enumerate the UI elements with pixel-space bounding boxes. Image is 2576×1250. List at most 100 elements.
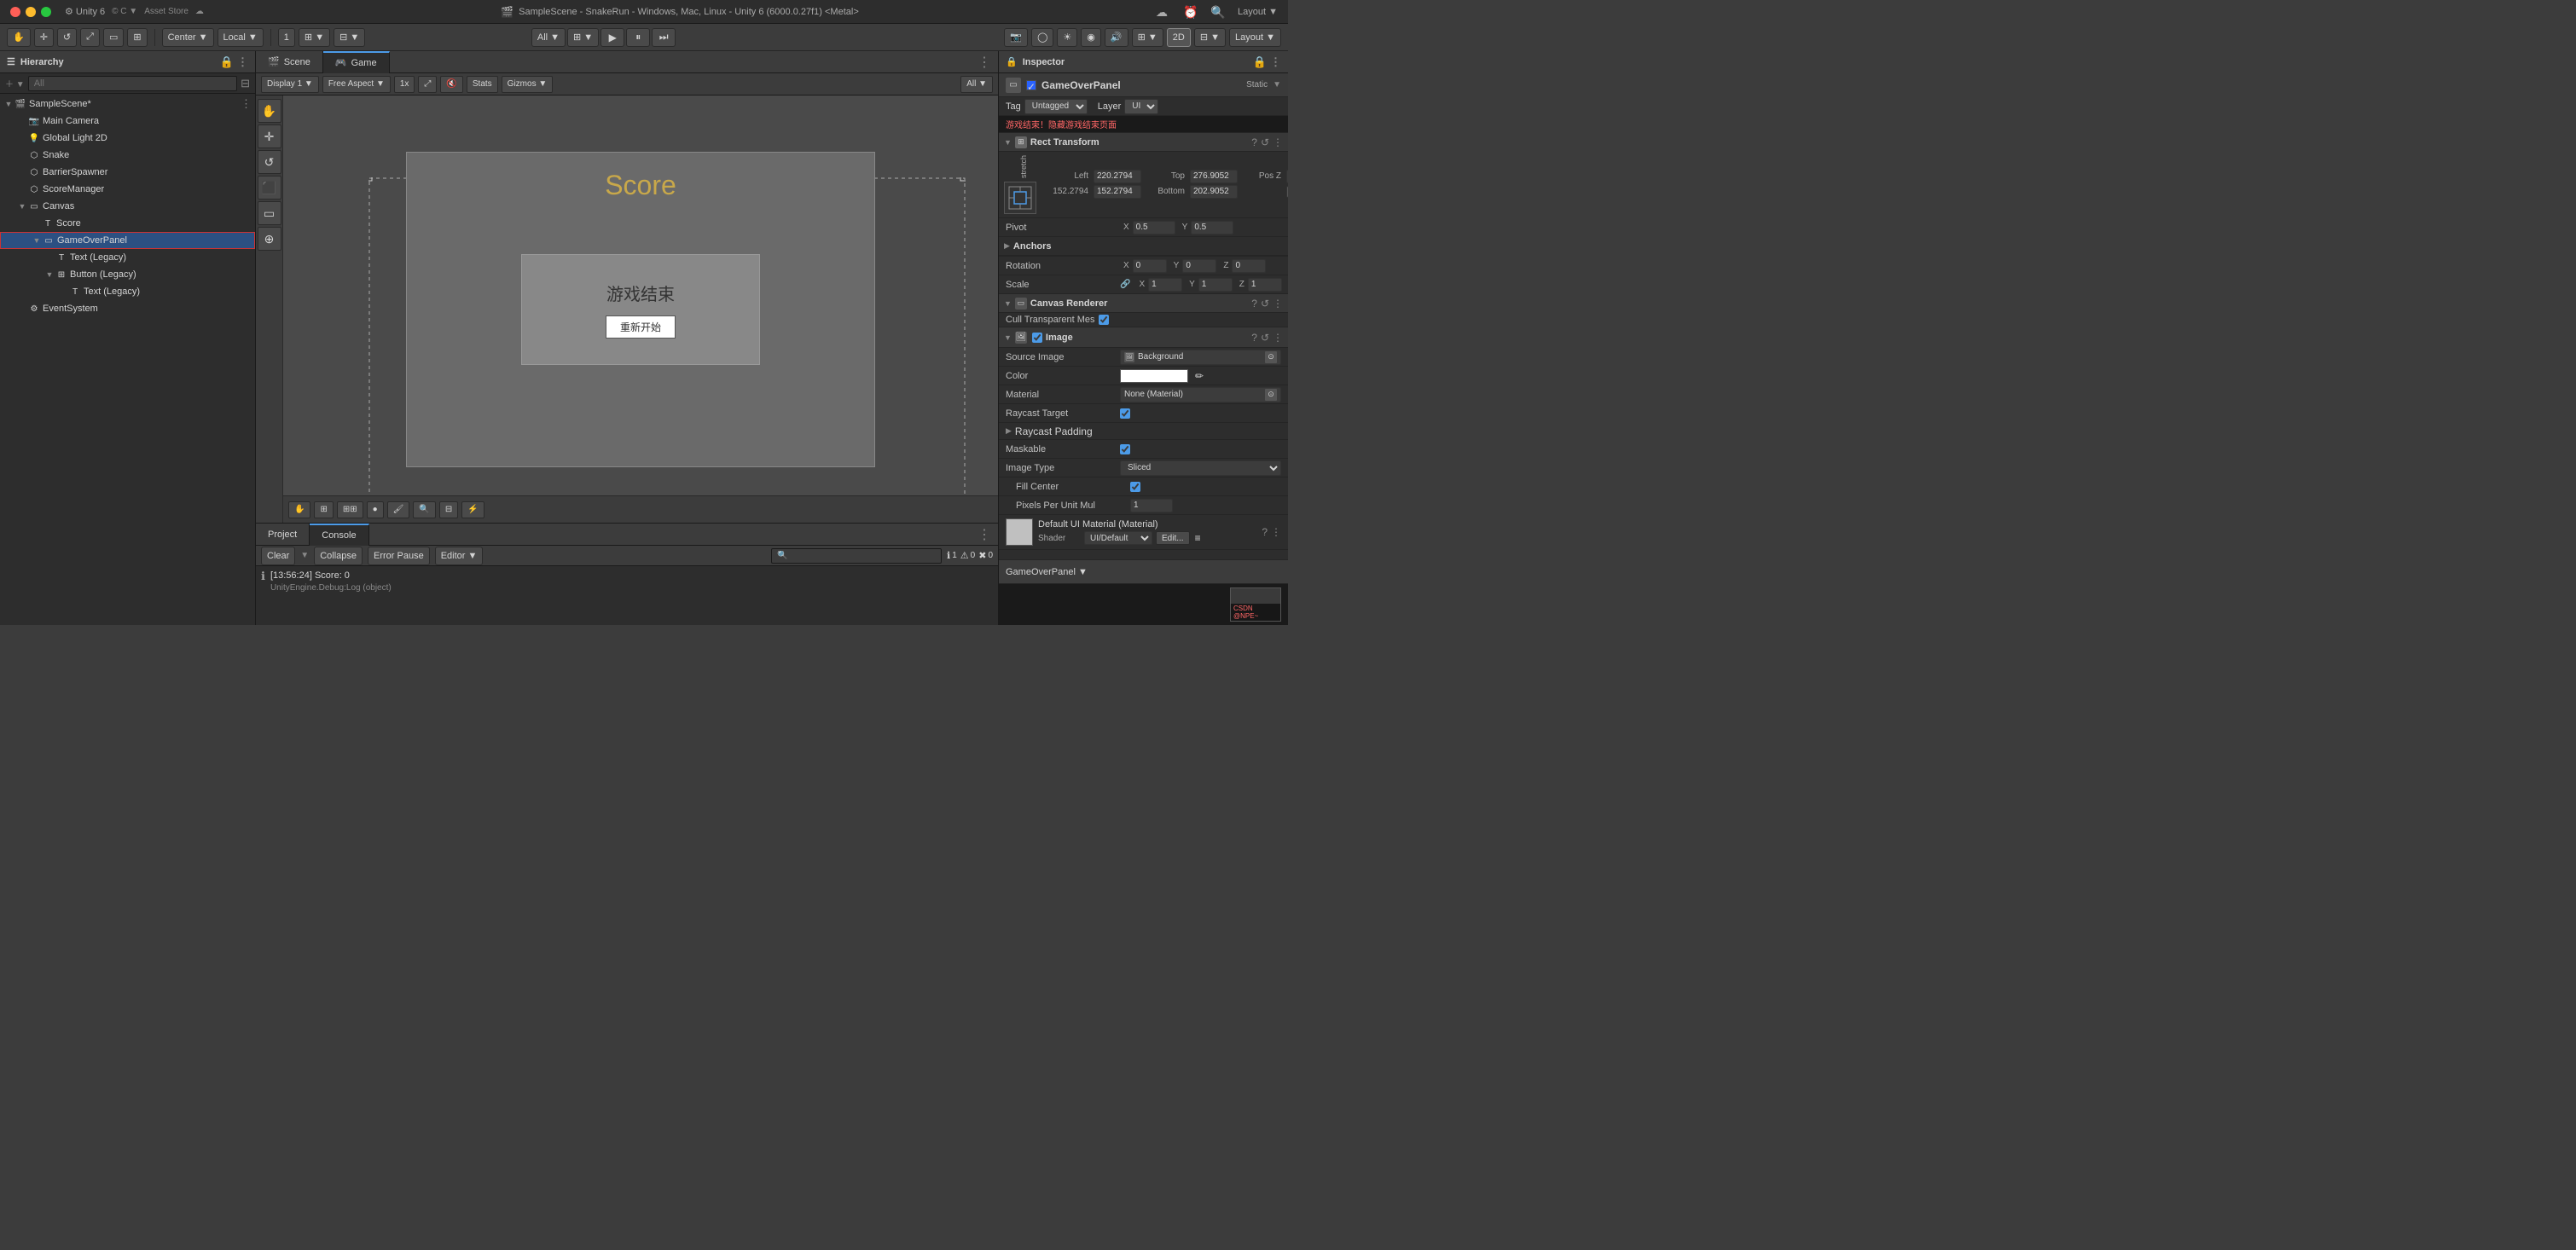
history-icon[interactable]: ⏰ [1183, 5, 1197, 19]
scene-snap-btn[interactable]: ⊟ [439, 501, 458, 518]
cloud-icon[interactable]: ☁ [1156, 5, 1169, 19]
error-pause-btn[interactable]: Error Pause [368, 547, 430, 565]
hierarchy-item-samplescene[interactable]: ▼ 🎬 SampleScene* ⋮ [0, 95, 255, 113]
rect-tool-btn[interactable]: ▭ [103, 28, 124, 47]
rotate-scene-tool[interactable]: ↺ [258, 150, 281, 174]
hierarchy-item-score[interactable]: T Score [0, 215, 255, 232]
stats-btn[interactable]: Stats [467, 76, 498, 93]
source-image-pick-btn[interactable]: ⊙ [1265, 351, 1277, 363]
camera-icon-btn[interactable]: 📷 [1004, 28, 1028, 47]
anchors-header[interactable]: ▶ Anchors [999, 237, 1288, 256]
rect-transform-menu[interactable]: ⋮ [1273, 136, 1283, 148]
rect-transform-header[interactable]: ▼ ⊞ Rect Transform ? ↺ ⋮ [999, 133, 1288, 152]
fill-center-checkbox[interactable] [1130, 482, 1140, 492]
gizmos-game-btn[interactable]: Gizmos ▼ [502, 76, 554, 93]
rotation-y-input[interactable] [1182, 259, 1216, 273]
all-layers-filter[interactable]: All ▼ [960, 76, 993, 93]
raycast-padding-row[interactable]: ▶ Raycast Padding [999, 423, 1288, 440]
hierarchy-item-text-legacy-2[interactable]: T Text (Legacy) [0, 283, 255, 300]
hierarchy-item-barrier-spawner[interactable]: ⬡ BarrierSpawner [0, 164, 255, 181]
maximize-button[interactable] [41, 7, 51, 17]
shader-menu-btn[interactable]: ≡ [1195, 532, 1201, 544]
clear-btn[interactable]: Clear [261, 547, 295, 565]
tab-game[interactable]: 🎮 Game [323, 51, 390, 73]
color-picker[interactable] [1120, 369, 1188, 383]
minimize-button[interactable] [26, 7, 36, 17]
hierarchy-item-main-camera[interactable]: 📷 Main Camera [0, 113, 255, 130]
rect-transform-help[interactable]: ? [1251, 136, 1257, 148]
layout-btn[interactable]: Layout ▼ [1238, 7, 1278, 17]
image-help[interactable]: ? [1251, 332, 1257, 344]
play-button[interactable]: ▶ [600, 28, 624, 47]
hierarchy-collapse-btn[interactable]: ⊟ [241, 77, 250, 90]
scene-display-btn[interactable]: ⊞ [314, 501, 333, 518]
restart-btn-display[interactable]: 重新开始 [606, 315, 676, 339]
hierarchy-item-score-manager[interactable]: ⬡ ScoreManager [0, 181, 255, 198]
scene-circle-btn[interactable]: ● [367, 501, 384, 518]
image-type-select[interactable]: Sliced [1120, 460, 1281, 476]
scale-x-input[interactable] [1148, 278, 1182, 292]
scene-paint-btn[interactable]: 🖌 [387, 501, 410, 518]
game-over-panel-bottom-label[interactable]: GameOverPanel ▼ [1006, 567, 1088, 577]
rect-transform-revert[interactable]: ↺ [1261, 136, 1269, 148]
move-tool-btn[interactable]: ✛ [34, 28, 54, 47]
shader-edit-btn[interactable]: Edit... [1156, 531, 1190, 545]
hierarchy-item-canvas[interactable]: ▼ ▭ Canvas [0, 198, 255, 215]
tab-console[interactable]: Console [310, 524, 368, 546]
audio-btn[interactable]: 🔊 [1105, 28, 1128, 47]
local-toggle-btn[interactable]: Local ▼ [218, 28, 264, 47]
pivot-x-input[interactable] [1133, 221, 1175, 234]
cull-checkbox[interactable] [1099, 315, 1109, 325]
tab-scene[interactable]: 🎬 Scene [256, 51, 323, 73]
2d-btn[interactable]: 2D [1167, 28, 1191, 47]
effect-btn[interactable]: ◉ [1081, 28, 1101, 47]
asset-store-btn[interactable]: Asset Store [144, 7, 189, 16]
cloud-collab-icon[interactable]: ☁ [195, 7, 204, 16]
scale-y-input[interactable] [1198, 278, 1233, 292]
hierarchy-item-global-light[interactable]: 💡 Global Light 2D [0, 130, 255, 147]
pixels-per-unit-input[interactable] [1130, 499, 1173, 512]
canvas-renderer-menu[interactable]: ⋮ [1273, 298, 1283, 310]
scene-grid-btn[interactable]: ⊞⊞ [337, 501, 363, 518]
maskable-checkbox[interactable] [1120, 444, 1130, 454]
tag-select[interactable]: Untagged [1024, 99, 1088, 114]
move-scene-tool[interactable]: ✛ [258, 124, 281, 148]
transform-tool-btn[interactable]: ⊞ [127, 28, 147, 47]
aspect-select-btn[interactable]: Free Aspect ▼ [322, 76, 391, 93]
rect-scene-tool[interactable]: ▭ [258, 201, 281, 225]
inspector-lock-btn[interactable]: 🔒 [1253, 55, 1267, 69]
search-icon[interactable]: 🔍 [1210, 5, 1224, 19]
hand-tool-btn[interactable]: ✋ [7, 28, 31, 47]
hierarchy-item-game-over-panel[interactable]: ▼ ▭ GameOverPanel [0, 232, 255, 249]
scene-tabs-more[interactable]: ⋮ [978, 54, 998, 71]
hierarchy-search-input[interactable] [28, 76, 237, 91]
console-search-input[interactable] [771, 548, 942, 564]
rotation-x-input[interactable] [1133, 259, 1167, 273]
editor-filter-btn[interactable]: Editor ▼ [435, 547, 484, 565]
custom-filter-btn[interactable]: ⊞ ▼ [567, 28, 599, 47]
hierarchy-item-snake[interactable]: ⬡ Snake [0, 147, 255, 164]
console-entry-1[interactable]: ℹ [13:56:24] Score: 0 UnityEngine.Debug:… [261, 568, 993, 596]
add-hierarchy-btn[interactable]: ＋ ▼ [5, 77, 25, 90]
top-input[interactable] [1190, 170, 1238, 183]
r-btn[interactable]: R [1286, 186, 1288, 198]
material-pick-btn[interactable]: ⊙ [1265, 389, 1277, 401]
samplescene-menu[interactable]: ⋮ [241, 97, 252, 111]
canvas-renderer-help[interactable]: ? [1251, 298, 1257, 310]
all-filter-btn[interactable]: All ▼ [531, 28, 566, 47]
snapping-btn[interactable]: ⊟ ▼ [334, 28, 365, 47]
rect-anchor-icon[interactable] [1004, 182, 1036, 214]
inspector-lock-icon[interactable]: 🔒 [1006, 56, 1018, 67]
rotation-z-input[interactable] [1232, 259, 1266, 273]
image-section-header[interactable]: ▼ 🖼 Image ? ↺ ⋮ [999, 327, 1288, 348]
snap-btn[interactable]: 1 [278, 28, 295, 47]
hierarchy-lock-icon[interactable]: 🔒 [220, 55, 234, 69]
grid-btn[interactable]: ⊞ ▼ [299, 28, 330, 47]
component-active-checkbox[interactable]: ✓ [1026, 80, 1036, 90]
collapse-btn[interactable]: Collapse [314, 547, 363, 565]
material-footer-help[interactable]: ? [1262, 526, 1268, 538]
wireframe-btn[interactable]: ◯ [1031, 28, 1053, 47]
bottom-input[interactable] [1190, 185, 1238, 199]
toggle-btn[interactable]: ⊞ ▼ [1132, 28, 1163, 47]
canvas-renderer-header[interactable]: ▼ ▭ Canvas Renderer ? ↺ ⋮ [999, 294, 1288, 313]
